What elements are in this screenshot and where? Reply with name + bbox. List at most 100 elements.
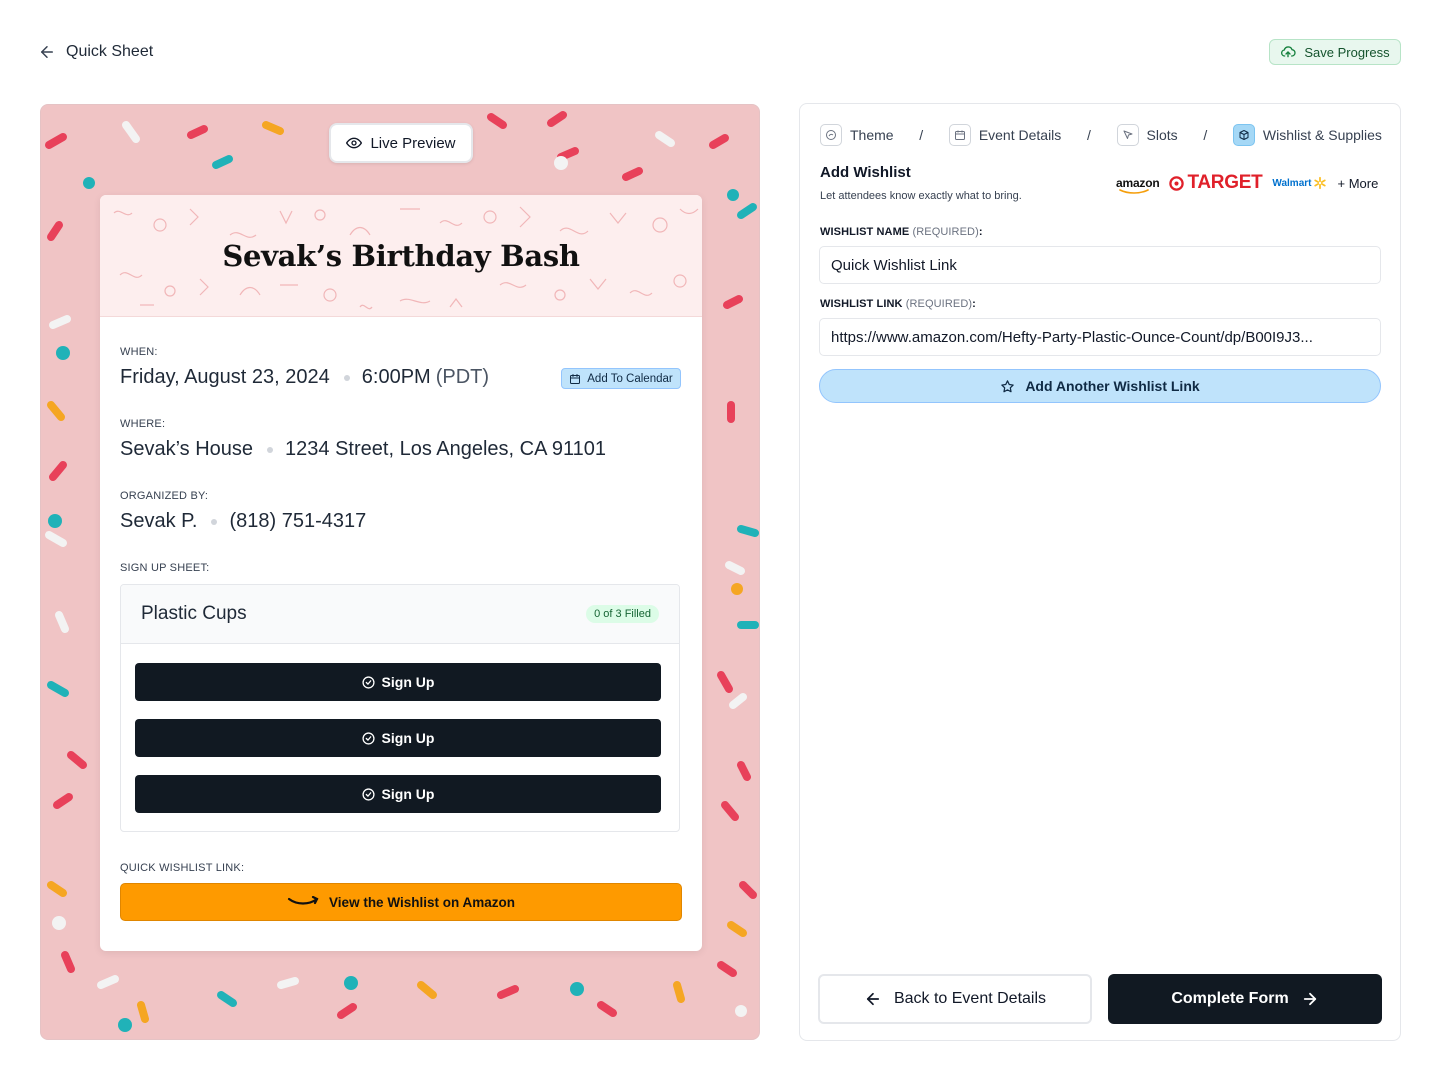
amazon-logo: amazon	[1116, 176, 1160, 194]
sign-up-button[interactable]: Sign Up	[135, 719, 661, 757]
more-stores-link[interactable]: + More	[1337, 176, 1378, 191]
wishlist-link-label: WISHLIST LINK (REQUIRED):	[820, 298, 976, 310]
event-card: Sevak’s Birthday Bash WHEN: Friday, Augu…	[100, 195, 702, 951]
walmart-logo: Walmart	[1272, 176, 1327, 190]
step-wishlist-supplies[interactable]: Wishlist & Supplies	[1232, 124, 1382, 146]
required-marker: (REQUIRED)	[912, 226, 979, 238]
calendar-icon	[570, 373, 581, 384]
target-bullseye-icon	[1169, 175, 1185, 191]
wishlist-name-label: WISHLIST NAME (REQUIRED):	[820, 226, 983, 238]
required-marker: (REQUIRED)	[905, 298, 973, 310]
sign-up-button[interactable]: Sign Up	[135, 775, 661, 813]
step-theme[interactable]: Theme	[820, 124, 894, 146]
wishlist-name-label-text: WISHLIST NAME	[820, 226, 910, 238]
separator-dot	[211, 518, 218, 525]
place-name: Sevak’s House	[120, 438, 254, 460]
step-slots-label: Slots	[1146, 127, 1178, 143]
arrow-right-icon	[1303, 992, 1316, 1006]
event-title: Sevak’s Birthday Bash	[222, 238, 580, 273]
separator-dot	[343, 374, 350, 381]
section-title: Add Wishlist	[820, 164, 911, 181]
back-to-quick-sheet-link[interactable]: Quick Sheet	[38, 40, 153, 64]
sign-up-label: Sign Up	[381, 786, 435, 802]
arrow-left-icon	[866, 992, 880, 1006]
supported-stores: amazon TARGET Walmart + More	[1116, 172, 1381, 194]
event-timezone: (PDT)	[435, 366, 490, 388]
event-location: Sevak’s House 1234 Street, Los Angeles, …	[120, 438, 606, 461]
filled-status-badge: 0 of 3 Filled	[586, 605, 659, 623]
top-bar: Quick Sheet Save Progress	[0, 0, 1440, 100]
step-wishlist-label: Wishlist & Supplies	[1262, 127, 1382, 143]
event-datetime: Friday, August 23, 2024 6:00PM (PDT)	[120, 366, 489, 389]
cursor-icon	[1116, 124, 1139, 146]
amazon-logo-text: amazon	[1116, 176, 1160, 190]
target-logo-text: TARGET	[1187, 172, 1263, 193]
label-colon: :	[978, 226, 983, 238]
slot-header: Plastic Cups 0 of 3 Filled	[121, 585, 679, 644]
check-circle-icon	[361, 731, 375, 745]
amazon-smile-icon	[287, 896, 319, 905]
wishlist-name-input[interactable]: Quick Wishlist Link	[819, 246, 1381, 284]
star-icon	[1001, 379, 1015, 392]
sign-up-button[interactable]: Sign Up	[135, 663, 661, 701]
when-label: WHEN:	[120, 346, 158, 358]
organizer-name: Sevak P.	[120, 510, 198, 532]
quick-wishlist-label: QUICK WISHLIST LINK:	[120, 862, 245, 874]
complete-button-label: Complete Form	[1171, 990, 1289, 1007]
step-separator: /	[1203, 127, 1208, 143]
wishlist-link-label-text: WISHLIST LINK	[820, 298, 903, 310]
live-preview-badge: Live Preview	[329, 123, 473, 163]
event-date: Friday, August 23, 2024	[120, 366, 330, 388]
event-address: 1234 Street, Los Angeles, CA 91101	[285, 438, 607, 460]
step-theme-label: Theme	[850, 127, 894, 143]
calendar-icon	[948, 124, 971, 146]
step-navigation: Theme / Event Details / Slots / Wishlist…	[820, 124, 1382, 146]
complete-form-button[interactable]: Complete Form	[1108, 974, 1382, 1024]
back-button-label: Back to Event Details	[893, 990, 1047, 1007]
add-another-wishlist-link-button[interactable]: Add Another Wishlist Link	[819, 369, 1381, 403]
cloud-upload-icon	[1281, 46, 1296, 58]
save-progress-button[interactable]: Save Progress	[1269, 39, 1401, 65]
amazon-smile-icon	[1119, 189, 1149, 194]
organizer-phone: (818) 751-4317	[229, 510, 367, 532]
label-colon: :	[972, 298, 976, 310]
target-logo: TARGET	[1169, 172, 1263, 194]
event-card-header: Sevak’s Birthday Bash	[100, 195, 702, 317]
sign-up-label: Sign Up	[381, 730, 435, 746]
live-preview-panel: Live Preview Sevak’s Birthday Bash WHEN:…	[40, 104, 760, 1040]
walmart-logo-text: Walmart	[1272, 177, 1312, 189]
section-subtitle: Let attendees know exactly what to bring…	[820, 190, 1022, 202]
separator-dot	[267, 446, 274, 453]
step-slots[interactable]: Slots	[1116, 124, 1178, 146]
wishlist-form-panel: Theme / Event Details / Slots / Wishlist…	[799, 103, 1401, 1041]
sign-up-label: Sign Up	[381, 674, 435, 690]
slot-title: Plastic Cups	[141, 603, 247, 624]
back-to-event-details-button[interactable]: Back to Event Details	[818, 974, 1092, 1024]
view-wishlist-amazon-button[interactable]: View the Wishlist on Amazon	[120, 883, 682, 921]
add-to-calendar-button[interactable]: Add To Calendar	[561, 368, 681, 389]
view-wishlist-label: View the Wishlist on Amazon	[329, 894, 515, 910]
check-circle-icon	[361, 787, 375, 801]
box-icon	[1232, 124, 1255, 146]
event-time: 6:00PM	[361, 366, 431, 388]
organized-by-label: ORGANIZED BY:	[120, 490, 209, 502]
walmart-spark-icon	[1314, 176, 1327, 190]
signup-sheet-label: SIGN UP SHEET:	[120, 562, 210, 574]
arrow-left-icon	[41, 46, 53, 58]
add-another-label: Add Another Wishlist Link	[1025, 378, 1200, 394]
slot-group: Plastic Cups 0 of 3 Filled Sign Up Sign …	[120, 584, 680, 832]
organizer-info: Sevak P. (818) 751-4317	[120, 510, 366, 533]
live-preview-label: Live Preview	[370, 134, 456, 152]
save-progress-label: Save Progress	[1304, 44, 1390, 60]
eye-icon	[346, 137, 363, 149]
where-label: WHERE:	[120, 418, 166, 430]
wishlist-link-input[interactable]: https://www.amazon.com/Hefty-Party-Plast…	[819, 318, 1381, 356]
add-to-calendar-label: Add To Calendar	[587, 372, 673, 385]
step-separator: /	[1086, 127, 1091, 143]
step-event-details[interactable]: Event Details	[948, 124, 1062, 146]
step-event-details-label: Event Details	[978, 127, 1062, 143]
palette-icon	[820, 124, 842, 146]
back-link-label: Quick Sheet	[66, 43, 154, 60]
check-circle-icon	[361, 675, 375, 689]
step-separator: /	[919, 127, 924, 143]
